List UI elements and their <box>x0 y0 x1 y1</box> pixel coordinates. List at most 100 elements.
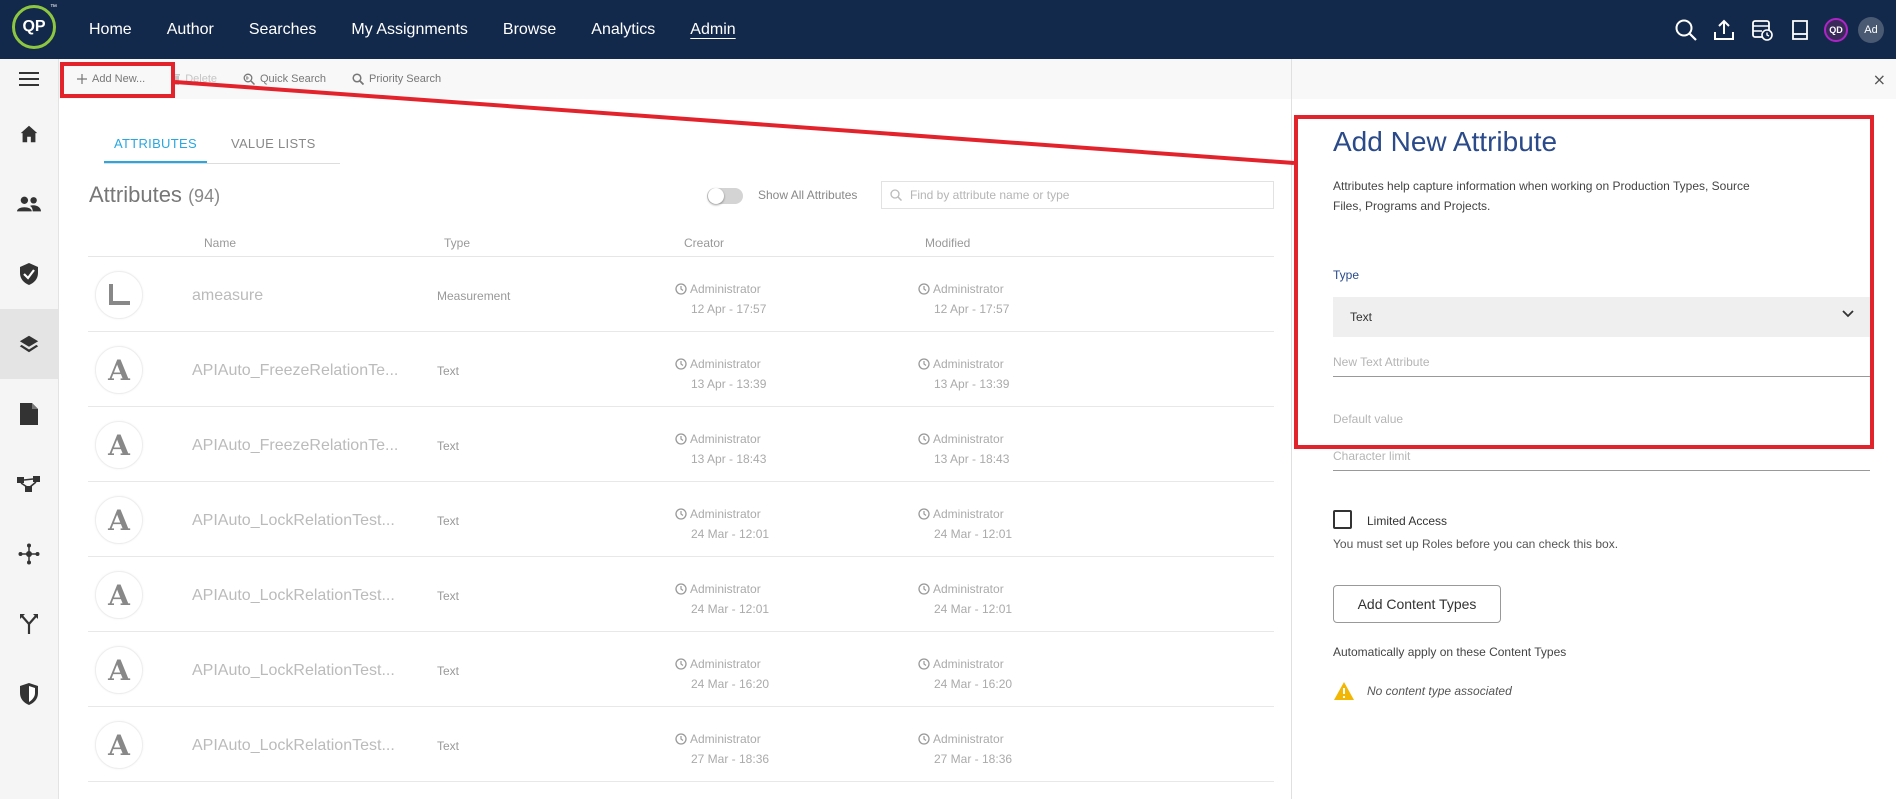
roles-help-text: You must set up Roles before you can che… <box>1333 537 1619 551</box>
attribute-name[interactable]: APIAuto_FreezeRelationTe... <box>192 362 398 380</box>
default-value-field <box>1333 410 1870 434</box>
table-body: ameasure Measurement Administrator 12 Apr -… <box>88 257 1274 782</box>
table-row[interactable]: A APIAuto_LockRelationTest... Text Administ… <box>88 632 1274 707</box>
attribute-name[interactable]: APIAuto_FreezeRelationTe... <box>192 437 398 455</box>
clock-icon <box>918 358 930 370</box>
qd-avatar[interactable]: QD <box>1824 17 1848 42</box>
attribute-name[interactable]: APIAuto_LockRelationTest... <box>192 662 395 680</box>
creator-name: Administrator <box>690 282 761 296</box>
text-a-icon: A <box>95 346 143 394</box>
modifier-name: Administrator <box>933 282 1004 296</box>
modified-cell: Administrator 13 Apr - 18:43 <box>918 429 1009 469</box>
clock-icon <box>675 583 687 595</box>
default-value-input[interactable] <box>1333 412 1870 426</box>
tab-attributes[interactable]: ATTRIBUTES <box>104 130 207 163</box>
close-icon[interactable]: × <box>1873 70 1886 89</box>
security-shield-icon[interactable] <box>0 659 58 729</box>
tab-value-lists[interactable]: VALUE LISTS <box>221 130 326 163</box>
creator-name: Administrator <box>690 732 761 746</box>
delete-button[interactable]: Delete <box>171 73 217 85</box>
table-row[interactable]: A APIAuto_LockRelationTest... Text Administ… <box>88 557 1274 632</box>
created-date: 12 Apr - 17:57 <box>691 302 767 316</box>
hamburger-menu-icon[interactable] <box>0 59 58 99</box>
modified-cell: Administrator 12 Apr - 17:57 <box>918 279 1009 319</box>
attribute-type: Text <box>437 589 460 603</box>
workflow-icon[interactable] <box>0 449 58 519</box>
auto-apply-label: Automatically apply on these Content Typ… <box>1333 645 1567 659</box>
modifier-name: Administrator <box>933 507 1004 521</box>
clock-icon <box>918 583 930 595</box>
attribute-name[interactable]: ameasure <box>192 287 263 305</box>
merge-icon[interactable] <box>0 589 58 659</box>
attribute-search-box <box>881 181 1274 209</box>
warning-icon <box>1334 682 1354 700</box>
table-row[interactable]: A APIAuto_FreezeRelationTe... Text Administ… <box>88 332 1274 407</box>
user-avatar[interactable]: Ad <box>1858 16 1884 43</box>
top-nav: QP ™ Home Author Searches My Assignments… <box>0 0 1896 59</box>
table-header: Name Type Creator Modified <box>88 231 1274 257</box>
attribute-name[interactable]: APIAuto_LockRelationTest... <box>192 587 395 605</box>
network-icon[interactable] <box>0 519 58 589</box>
attribute-name[interactable]: APIAuto_LockRelationTest... <box>192 512 395 530</box>
home-icon[interactable] <box>0 99 58 169</box>
table-row[interactable]: A APIAuto_FreezeRelationTe... Text Administ… <box>88 407 1274 482</box>
header-modified[interactable]: Modified <box>925 236 970 250</box>
nav-analytics[interactable]: Analytics <box>591 21 655 39</box>
attribute-count: (94) <box>188 186 221 206</box>
add-new-button[interactable]: Add New... <box>77 73 145 85</box>
header-name[interactable]: Name <box>204 236 236 250</box>
show-all-attributes-toggle[interactable] <box>707 188 743 204</box>
limited-access-checkbox[interactable] <box>1333 510 1352 529</box>
left-sidebar <box>0 59 59 799</box>
nav-admin[interactable]: Admin <box>690 21 735 39</box>
drive-icon[interactable] <box>1786 16 1814 44</box>
table-row[interactable]: ameasure Measurement Administrator 12 Apr -… <box>88 257 1274 332</box>
logo-trademark: ™ <box>50 4 57 11</box>
users-icon[interactable] <box>0 169 58 239</box>
modified-cell: Administrator 24 Mar - 16:20 <box>918 654 1012 694</box>
toggle-knob <box>708 188 724 204</box>
header-type[interactable]: Type <box>444 236 470 250</box>
add-content-types-button[interactable]: Add Content Types <box>1333 585 1501 623</box>
modified-cell: Administrator 24 Mar - 12:01 <box>918 504 1012 544</box>
modifier-name: Administrator <box>933 582 1004 596</box>
attribute-name-input[interactable] <box>1333 355 1870 369</box>
nav-home[interactable]: Home <box>89 21 132 39</box>
qp-logo[interactable]: QP <box>12 5 56 49</box>
quick-search-button[interactable]: Quick Search <box>243 73 326 85</box>
search-icon[interactable] <box>1672 16 1700 44</box>
created-date: 27 Mar - 18:36 <box>691 752 770 766</box>
attribute-type: Text <box>437 514 460 528</box>
panel-description: Attributes help capture information when… <box>1333 179 1750 213</box>
table-row[interactable]: A APIAuto_LockRelationTest... Text Administ… <box>88 482 1274 557</box>
clock-icon <box>918 283 930 295</box>
clock-icon <box>918 733 930 745</box>
scheduled-jobs-icon[interactable] <box>1748 16 1776 44</box>
attribute-name[interactable]: APIAuto_LockRelationTest... <box>192 737 395 755</box>
header-creator[interactable]: Creator <box>684 236 724 250</box>
character-limit-field <box>1333 447 1870 471</box>
text-a-icon: A <box>95 496 143 544</box>
created-date: 24 Mar - 16:20 <box>691 677 770 691</box>
attribute-type: Text <box>437 739 460 753</box>
priority-search-button[interactable]: Priority Search <box>352 73 441 85</box>
priority-search-label: Priority Search <box>369 73 442 85</box>
nav-author[interactable]: Author <box>167 21 214 39</box>
limited-access-label: Limited Access <box>1367 514 1448 528</box>
shield-check-icon[interactable] <box>0 239 58 309</box>
nav-my-assignments[interactable]: My Assignments <box>351 21 467 39</box>
document-icon[interactable] <box>0 379 58 449</box>
creator-cell: Administrator 13 Apr - 18:43 <box>675 429 766 469</box>
upload-icon[interactable] <box>1710 16 1738 44</box>
attribute-search-input[interactable] <box>910 188 1250 202</box>
type-select[interactable]: Text <box>1333 297 1870 337</box>
created-date: 13 Apr - 18:43 <box>691 452 767 466</box>
nav-searches[interactable]: Searches <box>249 21 317 39</box>
nav-browse[interactable]: Browse <box>503 21 556 39</box>
creator-cell: Administrator 27 Mar - 18:36 <box>675 729 769 769</box>
layers-icon[interactable] <box>0 309 58 379</box>
attribute-name-field <box>1333 353 1870 377</box>
panel-title: Add New Attribute <box>1333 126 1558 157</box>
table-row[interactable]: A APIAuto_LockRelationTest... Text Administ… <box>88 707 1274 782</box>
character-limit-input[interactable] <box>1333 449 1870 463</box>
